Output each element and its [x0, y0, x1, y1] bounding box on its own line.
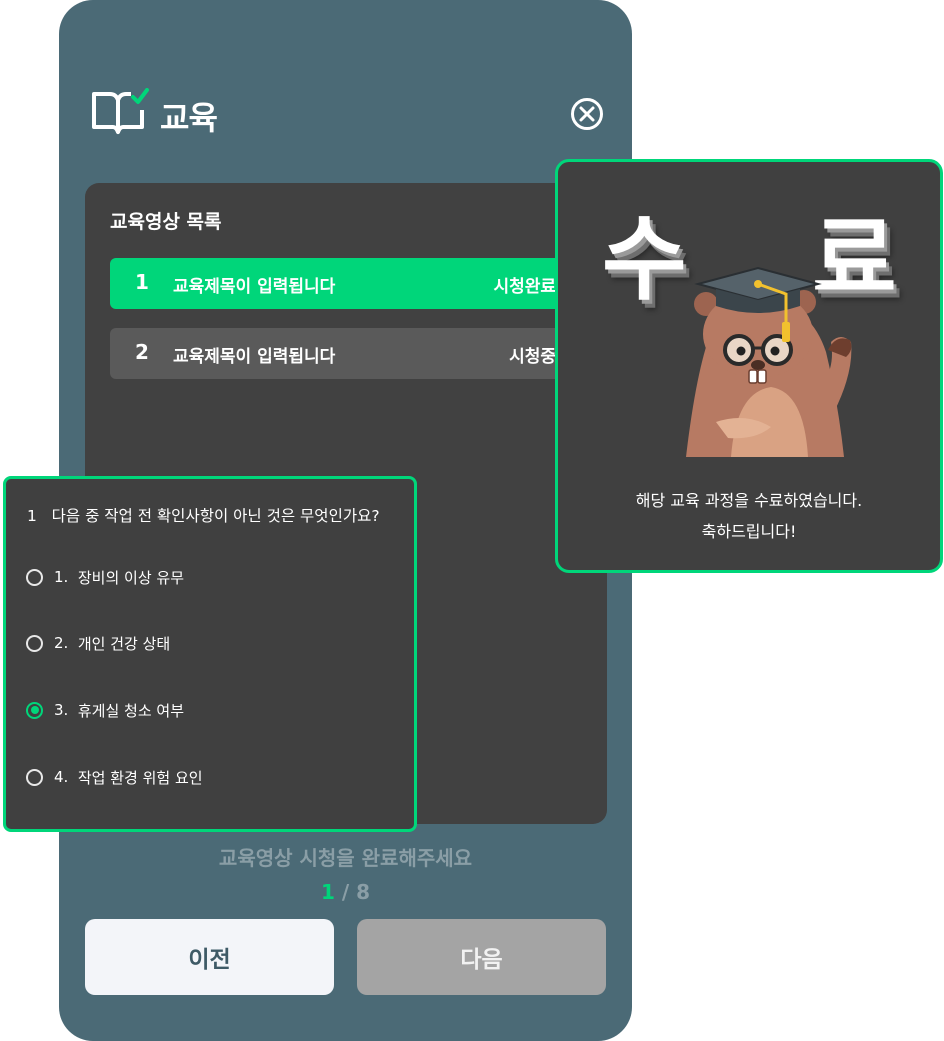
quiz-option-1[interactable]: 1. 장비의 이상 유무	[26, 565, 184, 589]
video-item-title: 교육제목이 입력됩니다	[173, 277, 336, 297]
video-item-status: 시청중	[509, 347, 556, 367]
quiz-card: 1 다음 중 작업 전 확인사항이 아닌 것은 무엇인가요? 1. 장비의 이상…	[3, 476, 417, 832]
radio-button[interactable]	[26, 634, 43, 652]
video-list-title: 교육영상 목록	[110, 211, 222, 233]
video-item-number: 2	[135, 340, 149, 364]
completion-card: 수 료 해당 교육 과정을 수료하였습니다. 축하드립니다!	[555, 159, 943, 573]
quiz-question-text: 다음 중 작업 전 확인사항이 아닌 것은 무엇인가요?	[51, 507, 380, 525]
page-current: 1	[320, 880, 335, 904]
option-number: 2.	[54, 634, 69, 652]
book-check-icon	[92, 88, 149, 134]
option-label: 작업 환경 위험 요인	[77, 768, 203, 787]
video-item-number: 1	[135, 270, 149, 294]
radio-button[interactable]	[26, 568, 43, 586]
quiz-option-4[interactable]: 4. 작업 환경 위험 요인	[26, 765, 203, 789]
completion-message-line1: 해당 교육 과정을 수료하였습니다.	[635, 491, 863, 510]
quiz-option-3[interactable]: 3. 휴게실 청소 여부	[26, 698, 184, 722]
video-item-1[interactable]: 1 교육제목이 입력됩니다 시청완료	[110, 258, 570, 309]
radio-button-selected[interactable]	[26, 701, 43, 719]
option-label: 개인 건강 상태	[77, 634, 171, 653]
quiz-number: 1	[27, 507, 37, 525]
quiz-question: 1 다음 중 작업 전 확인사항이 아닌 것은 무엇인가요?	[27, 504, 380, 526]
prev-button[interactable]: 이전	[85, 919, 334, 995]
option-label: 장비의 이상 유무	[77, 568, 184, 587]
page-title: 교육	[160, 99, 218, 137]
completion-message-line2: 축하드립니다!	[701, 522, 797, 541]
option-number: 1.	[54, 568, 69, 586]
video-item-title: 교육제목이 입력됩니다	[173, 347, 336, 367]
radio-button[interactable]	[26, 768, 43, 786]
quiz-option-2[interactable]: 2. 개인 건강 상태	[26, 631, 170, 655]
next-button[interactable]: 다음	[357, 919, 606, 995]
option-number: 4.	[54, 768, 69, 786]
video-item-2[interactable]: 2 교육제목이 입력됩니다 시청중	[110, 328, 570, 379]
option-label: 휴게실 청소 여부	[77, 701, 184, 720]
watch-notice: 교육영상 시청을 완료해주세요	[218, 846, 473, 870]
option-number: 3.	[54, 701, 69, 719]
page-separator: /	[341, 880, 350, 904]
completion-char-left: 수	[602, 206, 687, 313]
close-icon[interactable]	[570, 97, 604, 131]
beaver-graduate-illustration	[686, 266, 852, 457]
completion-message: 해당 교육 과정을 수료하였습니다. 축하드립니다!	[558, 485, 940, 547]
page-total: 8	[356, 880, 371, 904]
page-indicator: 1 / 8	[59, 880, 632, 904]
video-item-status: 시청완료	[493, 277, 556, 297]
